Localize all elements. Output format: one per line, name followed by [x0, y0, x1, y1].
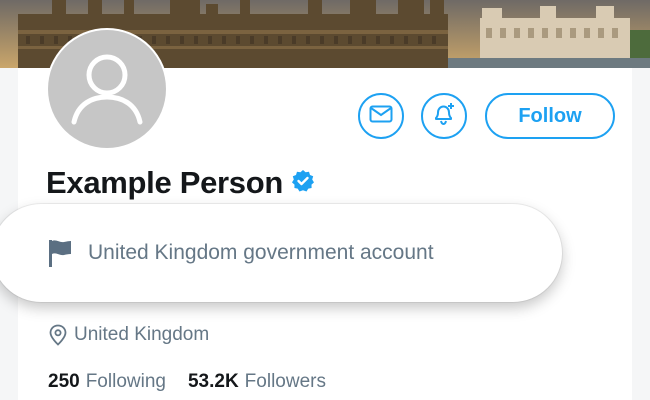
notifications-button[interactable]: [421, 93, 467, 139]
location-pin-icon: [48, 324, 68, 346]
government-label-text: United Kingdom government account: [88, 241, 434, 264]
profile-page: Follow Example Person United Kingdom gov…: [0, 0, 650, 400]
bell-plus-icon: [431, 101, 457, 132]
followers-count: 53.2K: [187, 371, 239, 392]
profile-name: Example Person: [46, 165, 284, 200]
profile-stats: 250 Following 53.2K Followers: [48, 369, 326, 395]
flag-icon: [46, 238, 74, 268]
following-count: 250: [48, 371, 80, 392]
follow-button[interactable]: Follow: [485, 93, 615, 139]
followers-label: Followers: [244, 371, 326, 392]
following-link[interactable]: 250 Following: [48, 371, 166, 393]
following-label: Following: [85, 371, 166, 392]
government-label-badge[interactable]: United Kingdom government account: [0, 204, 562, 302]
profile-name-row: Example Person: [46, 163, 315, 203]
message-button[interactable]: [358, 93, 404, 139]
profile-location: United Kingdom: [48, 322, 209, 348]
envelope-icon: [369, 105, 393, 128]
avatar[interactable]: [48, 30, 166, 148]
location-text: United Kingdom: [74, 324, 210, 345]
default-avatar-icon: [48, 30, 166, 148]
verified-badge-icon: [291, 169, 315, 198]
followers-link[interactable]: 53.2K Followers: [188, 371, 326, 393]
